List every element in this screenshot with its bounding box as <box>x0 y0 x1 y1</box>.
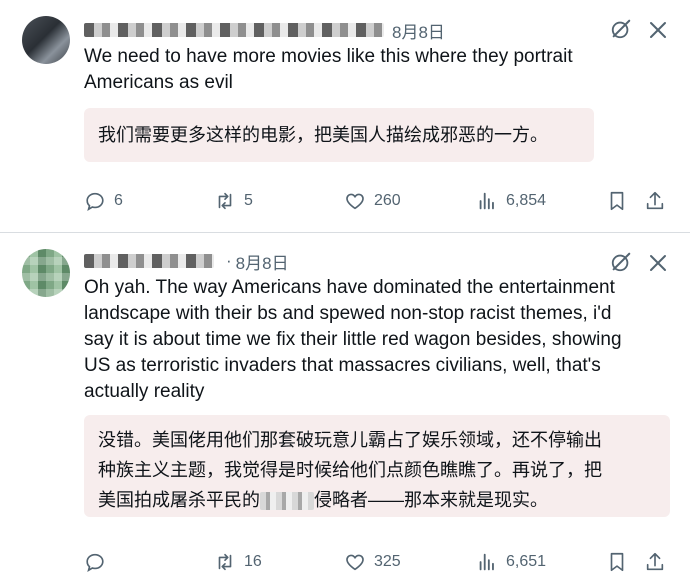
post-header: 8月8日 <box>84 17 445 43</box>
like-button[interactable]: 325 <box>344 547 401 577</box>
share-button[interactable] <box>644 186 666 216</box>
bookmark-button[interactable] <box>606 186 628 216</box>
bookmark-icon <box>610 191 624 211</box>
translation-box: 我们需要更多这样的电影，把美国人描绘成邪恶的一方。 <box>84 108 594 162</box>
username-redacted[interactable] <box>84 254 214 268</box>
translation-line: 侵略者——那本来就是现实。 <box>314 490 548 510</box>
action-bar: 6 5 260 6,854 <box>84 186 674 216</box>
bookmark-button[interactable] <box>606 547 628 577</box>
post-date[interactable]: 8月8日 <box>392 18 445 43</box>
post-date[interactable]: 8月8日 <box>236 249 289 274</box>
views-button[interactable]: 6,854 <box>476 186 546 216</box>
separator-dot: · <box>226 251 232 270</box>
share-button[interactable] <box>644 547 666 577</box>
translation-line: 美国拍成屠杀平民的 <box>98 490 260 510</box>
like-count: 325 <box>374 553 401 570</box>
post-text: Oh yah. The way Americans have dominated… <box>84 277 622 402</box>
avatar[interactable] <box>22 16 70 64</box>
more-icon[interactable] <box>646 251 670 275</box>
post-text: We need to have more movies like this wh… <box>84 46 573 93</box>
grok-icon[interactable] <box>610 18 632 40</box>
views-count: 6,651 <box>506 553 547 570</box>
translation-line: 没错。美国佬用他们那套破玩意儿霸占了娱乐领域，还不停输出 <box>98 430 602 450</box>
translation-line: 种族主义主题，我觉得是时候给他们点颜色瞧瞧了。再说了，把 <box>98 460 602 480</box>
like-count: 260 <box>374 192 401 209</box>
translation-box: 没错。美国佬用他们那套破玩意儿霸占了娱乐领域，还不停输出 种族主义主题，我觉得是… <box>84 415 670 517</box>
post-header: · 8月8日 <box>84 248 289 274</box>
grok-icon[interactable] <box>610 251 632 273</box>
views-count: 6,854 <box>506 192 547 209</box>
repost-button[interactable]: 5 <box>214 186 253 216</box>
reply-button[interactable]: 6 <box>84 186 123 216</box>
username-redacted[interactable] <box>84 23 384 37</box>
redacted-text <box>260 492 314 511</box>
heart-icon <box>346 554 364 571</box>
heart-icon <box>346 193 364 210</box>
post-1[interactable]: 8月8日 We need to have more movies like th… <box>0 0 690 232</box>
views-icon <box>479 553 494 571</box>
reply-count: 6 <box>114 192 123 209</box>
views-button[interactable]: 6,651 <box>476 547 546 577</box>
reply-button[interactable] <box>84 547 114 577</box>
share-icon <box>646 552 664 571</box>
repost-icon <box>218 192 232 210</box>
avatar[interactable] <box>22 249 70 297</box>
post-2[interactable]: · 8月8日 Oh yah. The way Americans have do… <box>0 232 690 583</box>
reply-icon <box>86 553 104 572</box>
share-icon <box>646 191 664 210</box>
repost-count: 5 <box>244 192 253 209</box>
bookmark-icon <box>610 552 624 572</box>
more-icon[interactable] <box>646 18 670 42</box>
views-icon <box>479 192 494 210</box>
like-button[interactable]: 260 <box>344 186 401 216</box>
repost-icon <box>218 553 232 571</box>
repost-button[interactable]: 16 <box>214 547 262 577</box>
repost-count: 16 <box>244 553 262 570</box>
action-bar: 16 325 6,651 <box>84 547 674 577</box>
reply-icon <box>86 192 104 211</box>
